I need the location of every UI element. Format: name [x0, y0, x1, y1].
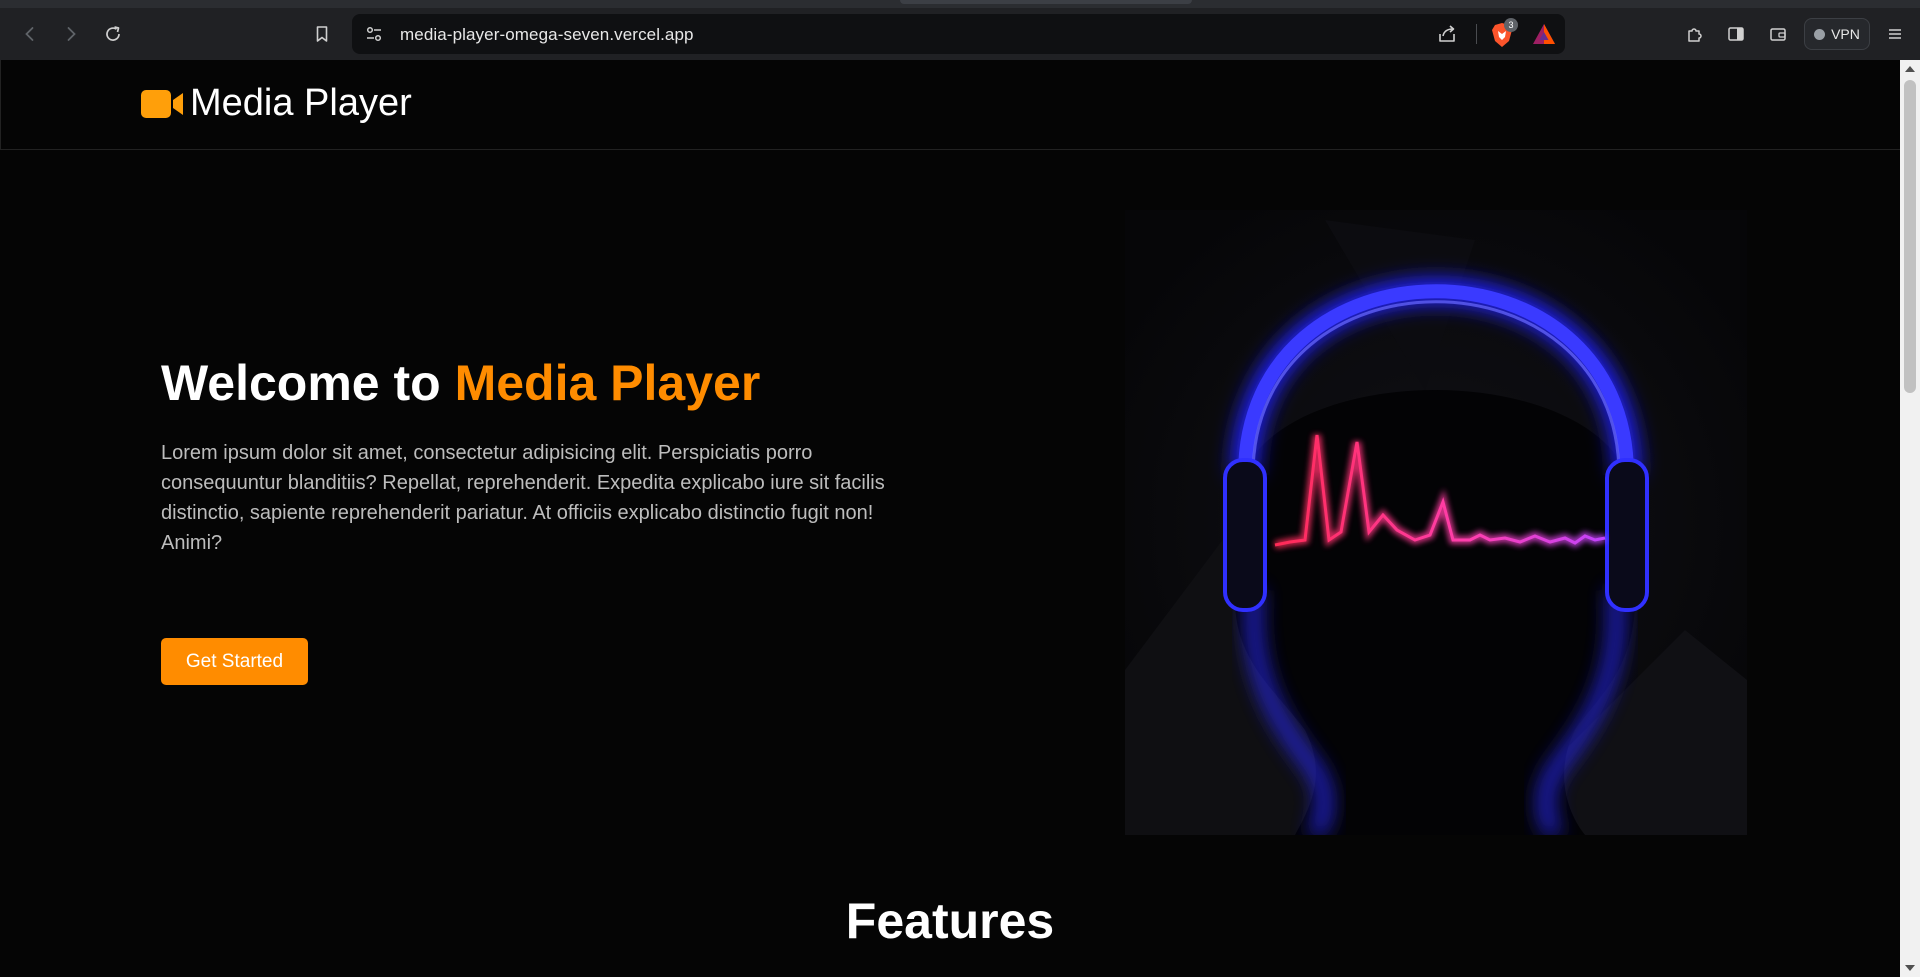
bookmark-icon[interactable] — [306, 18, 338, 50]
vpn-button[interactable]: VPN — [1804, 18, 1870, 50]
features-heading: Features — [845, 893, 1055, 949]
hero-title-accent: Media Player — [454, 355, 761, 411]
sidebar-icon[interactable] — [1720, 18, 1752, 50]
hero-title-prefix: Welcome to — [161, 355, 455, 411]
url-text[interactable]: media-player-omega-seven.vercel.app — [400, 25, 694, 45]
hamburger-menu-icon[interactable] — [1879, 18, 1911, 50]
headphones-illustration — [1125, 210, 1747, 835]
tune-icon[interactable] — [364, 24, 384, 44]
reload-icon[interactable] — [97, 18, 129, 50]
active-tab-indicator[interactable] — [900, 0, 1192, 4]
share-icon[interactable] — [1436, 23, 1458, 45]
browser-toolbar: media-player-omega-seven.vercel.app 3 VP… — [0, 8, 1920, 60]
hero-title: Welcome to Media Player — [161, 354, 760, 412]
scroll-up-arrow-icon[interactable] — [1905, 66, 1915, 72]
page-content: Media Player Welcome to Media Player Lor… — [0, 60, 1900, 977]
address-bar[interactable]: media-player-omega-seven.vercel.app 3 — [352, 14, 1565, 54]
wallet-icon[interactable] — [1762, 18, 1794, 50]
hero-headphones-image — [1125, 210, 1747, 835]
browser-tab-strip — [0, 0, 1920, 8]
hero-description: Lorem ipsum dolor sit amet, consectetur … — [161, 442, 885, 554]
site-navbar: Media Player — [0, 60, 1900, 150]
video-camera-icon — [141, 89, 183, 118]
scrollbar-thumb[interactable] — [1904, 80, 1916, 393]
site-logo[interactable]: Media Player — [140, 82, 412, 125]
brand-name: Media Player — [190, 82, 412, 124]
bat-triangle-icon[interactable] — [1532, 23, 1556, 45]
puzzle-icon[interactable] — [1679, 18, 1711, 50]
shields-count-badge: 3 — [1504, 18, 1518, 32]
get-started-button[interactable]: Get Started — [161, 638, 308, 685]
scroll-down-arrow-icon[interactable] — [1905, 965, 1915, 971]
vpn-status-icon — [1814, 28, 1826, 40]
omnibox-divider — [1476, 24, 1477, 44]
back-arrow-icon[interactable] — [14, 18, 46, 50]
vpn-label: VPN — [1831, 26, 1860, 42]
page-scrollbar[interactable] — [1900, 60, 1920, 977]
forward-arrow-icon[interactable] — [55, 18, 87, 50]
